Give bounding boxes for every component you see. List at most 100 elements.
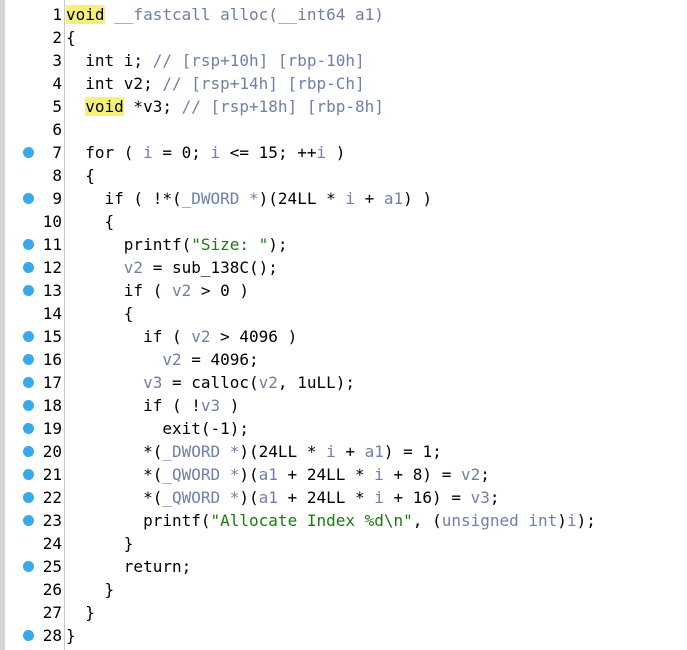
code-line[interactable]: 23 printf("Allocate Index %d\n", (unsign… (0, 509, 687, 532)
code-line[interactable]: 16 v2 = 4096; (0, 348, 687, 371)
breakpoint-dot-icon[interactable] (23, 193, 34, 204)
code-line[interactable]: 3 int i; // [rsp+10h] [rbp-10h] (0, 49, 687, 72)
code-token: ) (220, 396, 240, 415)
code-text[interactable]: } (66, 625, 76, 646)
line-number: 28 (42, 626, 62, 645)
line-number: 7 (52, 143, 62, 162)
breakpoint-dot-icon[interactable] (23, 400, 34, 411)
code-text[interactable]: if ( !v3 ) (66, 395, 239, 416)
code-token: exit(-1); (162, 419, 250, 438)
breakpoint-dot-icon[interactable] (23, 446, 34, 457)
breakpoint-dot-icon[interactable] (23, 469, 34, 480)
code-line[interactable]: 8 { (0, 164, 687, 187)
code-token: > 4096 ) (210, 327, 298, 346)
code-text[interactable]: int i; // [rsp+10h] [rbp-10h] (66, 50, 364, 71)
code-line[interactable]: 14 { (0, 302, 687, 325)
code-line[interactable]: 17 v3 = calloc(v2, 1uLL); (0, 371, 687, 394)
code-text[interactable]: { (66, 303, 134, 324)
code-token: void (66, 5, 105, 24)
code-line[interactable]: 18 if ( !v3 ) (0, 394, 687, 417)
code-token: i (566, 511, 577, 530)
line-number: 6 (52, 120, 62, 139)
code-line[interactable]: 10 { (0, 210, 687, 233)
code-text[interactable]: v3 = calloc(v2, 1uLL); (66, 372, 355, 393)
line-number: 9 (52, 189, 62, 208)
code-text[interactable]: } (66, 579, 115, 600)
code-line[interactable]: 28} (0, 624, 687, 647)
code-text[interactable]: } (66, 533, 134, 554)
code-text[interactable]: return; (66, 556, 191, 577)
code-line[interactable]: 25 return; (0, 555, 687, 578)
code-token: } (85, 603, 95, 622)
breakpoint-dot-icon[interactable] (23, 492, 34, 503)
code-token: _DWORD * (162, 442, 240, 461)
line-number: 18 (42, 396, 62, 415)
code-token: int i; (85, 51, 153, 70)
code-line[interactable]: 21 *(_QWORD *)(a1 + 24LL * i + 8) = v2; (0, 463, 687, 486)
code-line[interactable]: 4 int v2; // [rsp+14h] [rbp-Ch] (0, 72, 687, 95)
code-line[interactable]: 15 if ( v2 > 4096 ) (0, 325, 687, 348)
breakpoint-dot-icon[interactable] (23, 515, 34, 526)
code-text[interactable]: v2 = 4096; (66, 349, 258, 370)
code-line[interactable]: 12 v2 = sub_138C(); (0, 256, 687, 279)
code-token: if ( (123, 281, 172, 300)
pseudocode-view[interactable]: 1 void __fastcall alloc(__int64 a1) 2{3 in… (0, 0, 687, 650)
code-line[interactable]: 5 void *v3; // [rsp+18h] [rbp-8h] (0, 95, 687, 118)
breakpoint-dot-icon[interactable] (23, 285, 34, 296)
breakpoint-dot-icon[interactable] (23, 630, 34, 641)
code-line[interactable]: 27 } (0, 601, 687, 624)
breakpoint-dot-icon[interactable] (23, 354, 34, 365)
code-text[interactable]: int v2; // [rsp+14h] [rbp-Ch] (66, 73, 364, 94)
code-text[interactable]: printf("Allocate Index %d\n", (unsigned … (66, 510, 596, 531)
breakpoint-dot-icon[interactable] (23, 147, 34, 158)
code-text[interactable]: v2 = sub_138C(); (66, 257, 278, 278)
code-token: if ( (143, 327, 192, 346)
code-text[interactable]: if ( v2 > 0 ) (66, 280, 249, 301)
code-text[interactable]: if ( !*(_DWORD *)(24LL * i + a1) ) (66, 188, 433, 209)
code-token: a1 (364, 442, 384, 461)
code-text[interactable]: if ( v2 > 4096 ) (66, 326, 297, 347)
line-number: 25 (42, 557, 62, 576)
code-line[interactable]: 22 *(_QWORD *)(a1 + 24LL * i + 16) = v3; (0, 486, 687, 509)
code-line[interactable]: 13 if ( v2 > 0 ) (0, 279, 687, 302)
breakpoint-dot-icon[interactable] (23, 239, 34, 250)
line-number: 27 (42, 603, 62, 622)
code-line[interactable]: 26 } (0, 578, 687, 601)
code-text[interactable]: void __fastcall alloc(__int64 a1) (66, 4, 384, 25)
line-number: 4 (52, 74, 62, 93)
breakpoint-dot-icon[interactable] (23, 262, 34, 273)
code-text[interactable]: { (66, 165, 95, 186)
code-text[interactable]: *(_DWORD *)(24LL * i + a1) = 1; (66, 441, 442, 462)
code-line[interactable]: 9 if ( !*(_DWORD *)(24LL * i + a1) ) (0, 187, 687, 210)
code-line[interactable]: 1 void __fastcall alloc(__int64 a1) (0, 3, 687, 26)
code-token: a1 (354, 5, 375, 24)
code-line[interactable]: 11 printf("Size: "); (0, 233, 687, 256)
breakpoint-dot-icon[interactable] (23, 331, 34, 342)
code-text[interactable]: void *v3; // [rsp+18h] [rbp-8h] (66, 96, 384, 117)
code-text[interactable]: { (66, 211, 115, 232)
code-text[interactable]: } (66, 602, 95, 623)
code-text[interactable]: printf("Size: "); (66, 234, 288, 255)
code-text[interactable]: for ( i = 0; i <= 15; ++i ) (66, 142, 345, 163)
line-number: 24 (42, 534, 62, 553)
code-line[interactable]: 6 (0, 118, 687, 141)
code-text[interactable]: *(_QWORD *)(a1 + 24LL * i + 8) = v2; (66, 464, 490, 485)
code-text[interactable]: exit(-1); (66, 418, 249, 439)
code-text[interactable]: *(_QWORD *)(a1 + 24LL * i + 16) = v3; (66, 487, 499, 508)
code-line[interactable]: 2{ (0, 26, 687, 49)
breakpoint-dot-icon[interactable] (23, 423, 34, 434)
breakpoint-dot-icon[interactable] (23, 561, 34, 572)
code-line[interactable]: 24 } (0, 532, 687, 555)
code-line[interactable]: 19 exit(-1); (0, 417, 687, 440)
breakpoint-dot-icon[interactable] (23, 377, 34, 388)
code-line[interactable]: 7 for ( i = 0; i <= 15; ++i ) (0, 141, 687, 164)
code-text[interactable]: { (66, 27, 76, 48)
code-line[interactable]: 20 *(_DWORD *)(24LL * i + a1) = 1; (0, 440, 687, 463)
